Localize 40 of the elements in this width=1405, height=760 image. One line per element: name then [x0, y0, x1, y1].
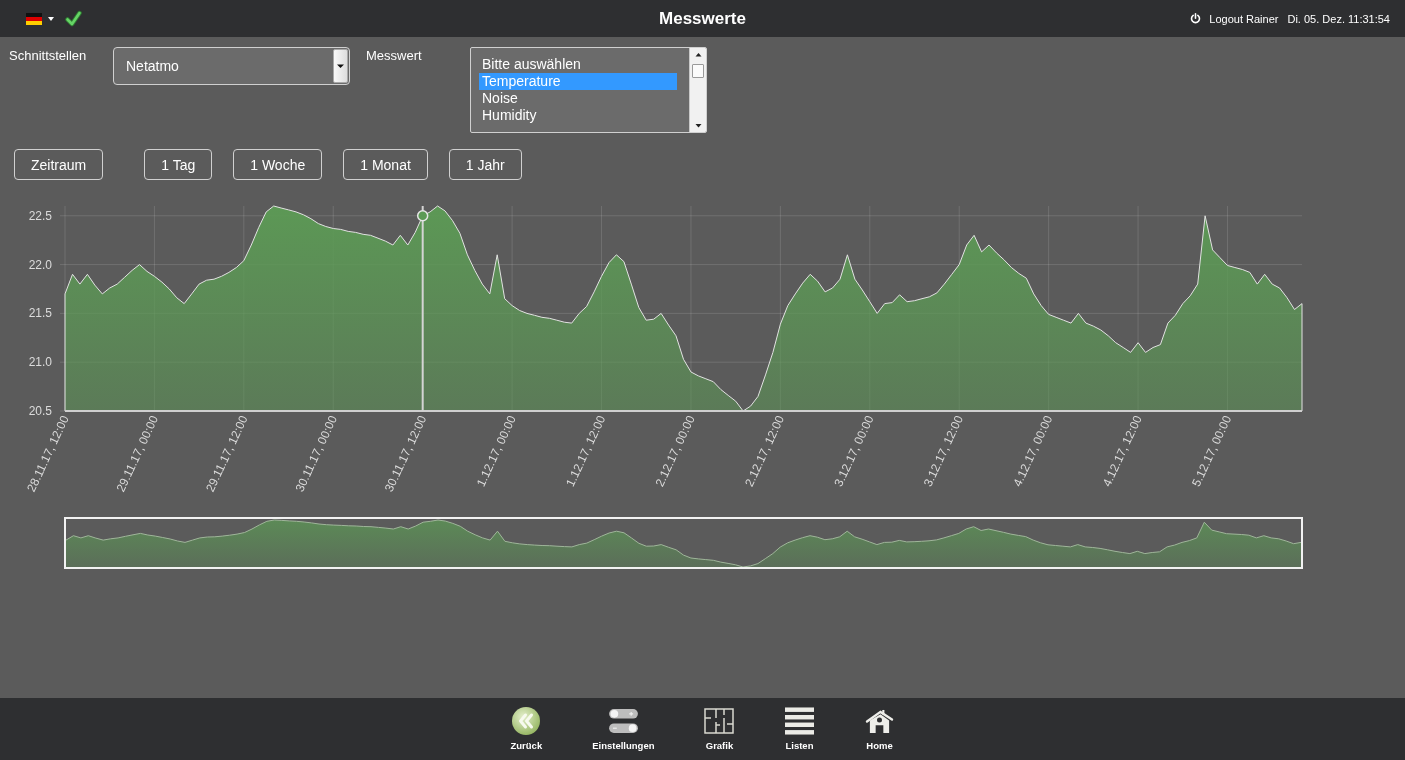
date-time: Di. 05. Dez. 11:31:54: [1287, 12, 1390, 25]
nav-button[interactable]: Grafik: [704, 698, 735, 751]
y-axis-label: 21.0: [28, 355, 52, 370]
page-title: Messwerte: [659, 8, 746, 29]
time-range-button[interactable]: 1 Woche: [233, 149, 323, 180]
time-range-button[interactable]: 1 Tag: [144, 149, 213, 180]
scrollbar[interactable]: [689, 48, 706, 132]
time-range-button[interactable]: Zeitraum: [14, 149, 104, 180]
dropdown-field[interactable]: Netatmo: [113, 47, 350, 85]
caret-icon: [333, 49, 348, 83]
nav-button[interactable]: Home: [864, 698, 895, 751]
toggle-switches-icon: [608, 709, 638, 733]
language-dropdown[interactable]: [26, 12, 54, 25]
y-axis-label: 20.5: [28, 404, 52, 418]
time-range-button[interactable]: 1 Jahr: [448, 149, 522, 180]
field-label: Schnittstellen: [9, 47, 87, 63]
check-icon: [65, 10, 82, 27]
time-range-button[interactable]: 1 Monat: [343, 149, 428, 180]
list-option[interactable]: Humidity: [479, 107, 677, 124]
navigator-drawing[interactable]: [64, 517, 1303, 569]
logout-link[interactable]: Logout Rainer: [1190, 12, 1279, 25]
point-marker-icon: [416, 210, 429, 222]
house-icon: [865, 708, 894, 734]
list-option[interactable]: Bitte auswählen: [479, 56, 677, 73]
floor-plan-icon: [704, 708, 735, 734]
y-axis-label: 22.5: [28, 208, 52, 223]
flag-icon: [26, 12, 42, 25]
nav-button[interactable]: Listen: [784, 698, 815, 751]
scroll-thumb[interactable]: [692, 64, 704, 78]
list-option[interactable]: Noise: [479, 90, 677, 107]
field-label: Messwert: [366, 47, 422, 63]
list-icon: [785, 707, 814, 735]
power-icon: [1190, 13, 1202, 24]
nav-button[interactable]: Zurück: [510, 698, 543, 751]
y-axis-label: 21.5: [28, 306, 52, 321]
list-box[interactable]: Bitte auswählen Temperature Noise Humidity: [470, 47, 707, 133]
y-axis-label: 22.0: [28, 257, 52, 272]
nav-button[interactable]: Einstellungen: [592, 698, 655, 751]
double-chevron-icon: [512, 707, 541, 735]
caret-icon: [48, 16, 54, 21]
